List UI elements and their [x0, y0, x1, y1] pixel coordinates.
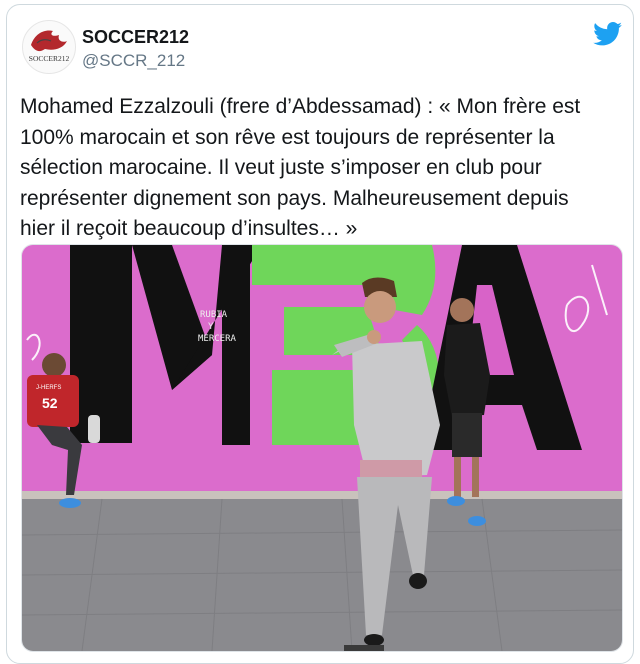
- user-handle[interactable]: @SCCR_212: [82, 51, 185, 71]
- photo-scene: RUBIA Y MERCERA 52 J-HERFS: [22, 245, 622, 651]
- graffiti-tag-3: MERCERA: [198, 334, 237, 344]
- tweet-text: Mohamed Ezzalzouli (frere d’Abdessamad) …: [20, 95, 581, 240]
- avatar[interactable]: SOCCER212: [22, 20, 76, 74]
- graffiti-tag-2: Y: [208, 322, 214, 332]
- soccer212-logo: SOCCER212: [29, 30, 70, 63]
- display-name[interactable]: SOCCER212: [82, 27, 189, 48]
- jersey-text: J-HERFS: [36, 385, 61, 391]
- jersey-number: 52: [42, 395, 58, 411]
- svg-text:SOCCER212: SOCCER212: [29, 54, 70, 63]
- twitter-bird-icon[interactable]: [593, 22, 622, 46]
- graffiti-tag-1: RUBIA: [200, 310, 228, 320]
- tweet-photo[interactable]: RUBIA Y MERCERA 52 J-HERFS: [21, 244, 623, 652]
